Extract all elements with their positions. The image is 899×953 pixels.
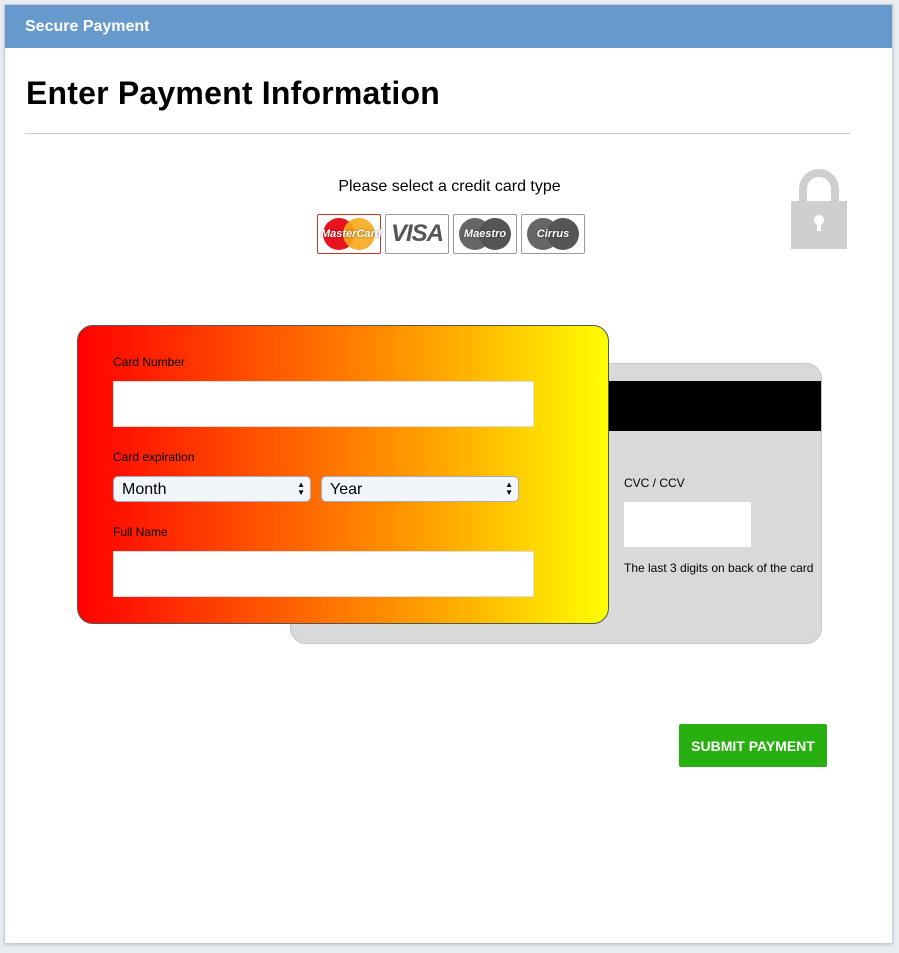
year-select[interactable]: Year ▲ ▼ (321, 476, 519, 502)
mastercard-option[interactable]: MasterCard (317, 214, 382, 254)
cirrus-label: Cirrus (536, 228, 570, 240)
year-select-value: Year (330, 481, 363, 498)
payment-panel: Secure Payment Enter Payment Information… (4, 4, 893, 944)
card-type-prompt: Please select a credit card type (338, 178, 561, 195)
select-arrows-icon: ▲ ▼ (505, 480, 513, 497)
mastercard-logo-icon: MasterCard (321, 218, 382, 250)
card-type-selector: MasterCard VISA Maestro Cirrus (317, 214, 585, 256)
visa-logo-icon: VISA (390, 220, 444, 247)
month-select-value: Month (122, 481, 167, 498)
card-number-input[interactable] (113, 381, 534, 427)
page-title: Enter Payment Information (26, 75, 440, 111)
full-name-input[interactable] (113, 551, 534, 597)
cvc-label: CVC / CCV (624, 476, 685, 490)
lock-icon (791, 169, 847, 249)
header-title: Secure Payment (25, 18, 150, 35)
maestro-label: Maestro (463, 228, 507, 240)
month-select[interactable]: Month ▲ ▼ (113, 476, 311, 502)
cirrus-option[interactable]: Cirrus (521, 214, 585, 254)
mastercard-label: MasterCard (321, 228, 382, 240)
card-front: Card Number Card expiration Month ▲ ▼ Yea… (77, 325, 609, 624)
cirrus-logo-icon: Cirrus (525, 218, 581, 250)
cvc-input[interactable] (624, 502, 751, 547)
maestro-option[interactable]: Maestro (453, 214, 517, 254)
divider (25, 133, 850, 134)
visa-option[interactable]: VISA (385, 214, 449, 254)
card-expiration-label: Card expiration (113, 450, 195, 464)
select-arrows-icon: ▲ ▼ (297, 480, 305, 497)
panel-header: Secure Payment (5, 5, 892, 48)
cvc-help-text: The last 3 digits on back of the card (624, 561, 814, 575)
card-number-label: Card Number (113, 355, 186, 369)
maestro-logo-icon: Maestro (457, 218, 513, 250)
submit-payment-button[interactable]: SUBMIT PAYMENT (679, 724, 827, 767)
full-name-label: Full Name (113, 525, 168, 539)
